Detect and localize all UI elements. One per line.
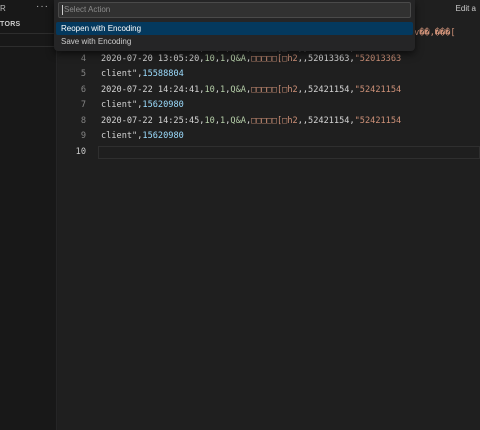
code-token: □□□□□[□h2 <box>251 115 298 126</box>
code-line[interactable]: 9 client",15620980 <box>58 129 480 145</box>
code-token: client", <box>101 131 143 141</box>
explorer-sidebar: R ··· TORS <box>0 0 57 430</box>
code-token: client", <box>101 100 143 110</box>
code-token: Q&A <box>230 53 246 64</box>
reopen-with-encoding-option[interactable]: Reopen with Encoding <box>56 22 413 35</box>
code-line[interactable]: 8 2020-07-22 14:25:45,10,1,Q&A,□□□□□[□h2,… <box>58 114 480 130</box>
code-lines[interactable]: 3client",1558880442020-07-20 13:05:20,10… <box>58 36 480 160</box>
line-number: 4 <box>80 53 86 64</box>
code-token: client", <box>101 69 143 79</box>
code-token: 15620980 <box>142 100 184 110</box>
code-token: ,,52421154, <box>297 84 355 95</box>
line-text: 2020-07-22 14:24:41,10,1,Q&A,□□□□□[□h2,,… <box>101 83 401 99</box>
select-action-input[interactable]: Select Action <box>58 2 411 18</box>
current-line-highlight <box>98 145 480 159</box>
code-token: 2020-07-22 14:24:41, <box>101 84 205 95</box>
code-token: Q&A <box>230 115 246 126</box>
line-text: client",15588804 <box>101 67 184 83</box>
select-action-placeholder: Select Action <box>64 5 111 14</box>
code-token: 10 <box>204 84 215 95</box>
code-token: □□□□□[□h2 <box>251 53 298 64</box>
code-token: 10 <box>204 115 215 126</box>
text-caret <box>62 5 63 15</box>
sidebar-divider <box>0 46 57 47</box>
open-editors-section[interactable]: TORS <box>0 18 57 32</box>
code-token: ,,52013363, <box>297 53 355 64</box>
line-number: 7 <box>80 100 86 110</box>
quick-pick-panel: Select Action Reopen with Encoding Save … <box>54 0 415 51</box>
code-token: "52421154 <box>354 115 402 126</box>
code-token: 2020-07-22 14:25:45, <box>101 115 205 126</box>
sidebar-divider <box>0 33 57 34</box>
open-editors-title: TORS <box>0 21 21 28</box>
line-number: 10 <box>75 146 86 157</box>
code-token: □□□□□[□h2 <box>251 84 298 95</box>
line-text: client",15620980 <box>101 129 184 145</box>
line-number: 6 <box>80 84 86 95</box>
code-token: 10 <box>204 53 215 64</box>
save-with-encoding-option[interactable]: Save with Encoding <box>56 35 413 48</box>
code-token: 15620980 <box>142 131 184 141</box>
more-actions-icon[interactable]: ··· <box>36 1 49 12</box>
code-line[interactable]: 4 2020-07-20 13:05:20,10,1,Q&A,□□□□□[□h2,… <box>58 52 480 68</box>
code-token: Q&A <box>230 84 246 95</box>
code-line[interactable]: 6 2020-07-22 14:24:41,10,1,Q&A,□□□□□[□h2,… <box>58 83 480 99</box>
line-text: client",15620980 <box>101 98 184 114</box>
editor-pane[interactable]: Edit a 2020-07-20 13:05:20,10,1,Q&A,□□□□… <box>58 0 480 430</box>
line-number: 8 <box>80 115 86 126</box>
code-token: ,,52421154, <box>297 115 355 126</box>
edit-action-link[interactable]: Edit a <box>456 4 476 13</box>
code-token: 2020-07-20 13:05:20, <box>101 53 205 64</box>
line-number: 9 <box>80 131 86 141</box>
code-token: "52421154 <box>354 84 402 95</box>
sidebar-title: R <box>0 4 6 13</box>
line-text: 2020-07-22 14:25:45,10,1,Q&A,□□□□□[□h2,,… <box>101 114 401 130</box>
sidebar-header: R ··· <box>0 0 57 18</box>
code-line[interactable]: 5 client",15588804 <box>58 67 480 83</box>
code-token: "52013363 <box>354 53 402 64</box>
line-number: 5 <box>80 69 86 79</box>
line-text: 2020-07-20 13:05:20,10,1,Q&A,□□□□□[□h2,,… <box>101 52 401 68</box>
code-line[interactable]: 10 <box>58 145 480 161</box>
code-line[interactable]: 7 client",15620980 <box>58 98 480 114</box>
code-token: 15588804 <box>142 69 184 79</box>
